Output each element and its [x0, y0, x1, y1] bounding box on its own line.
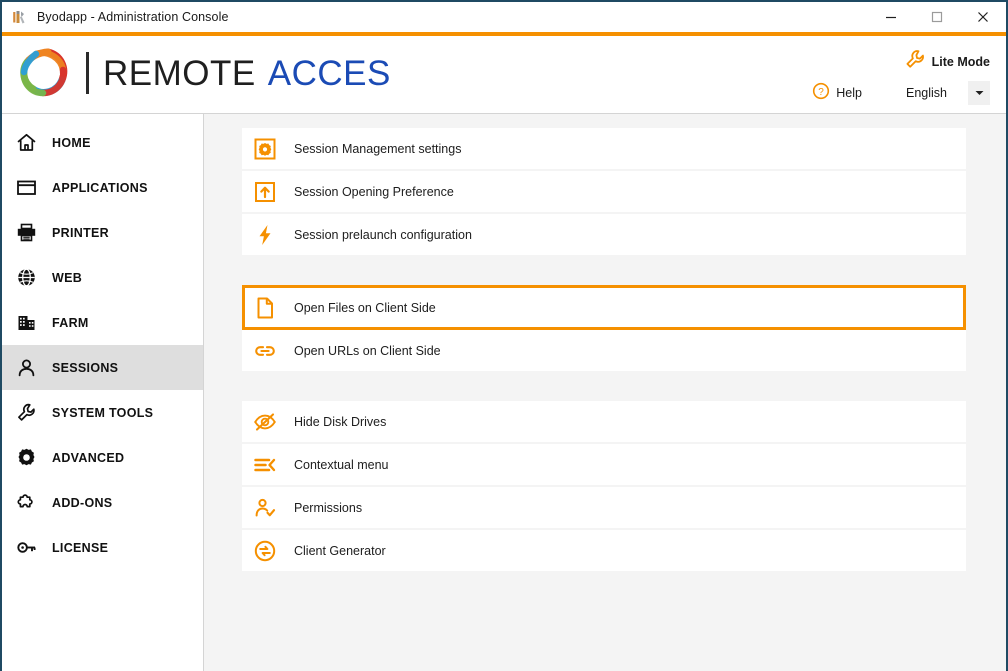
sidebar-item-system-tools[interactable]: SYSTEM TOOLS	[2, 390, 203, 435]
logo-word-remote: REMOTE	[103, 53, 256, 93]
sidebar-item-printer[interactable]: PRINTER	[2, 210, 203, 255]
card-session-prelaunch-configuration[interactable]: Session prelaunch configuration	[242, 214, 966, 255]
window-icon	[14, 176, 38, 200]
file-icon	[252, 295, 278, 321]
logo-divider	[86, 52, 89, 94]
card-hide-disk-drives[interactable]: Hide Disk Drives	[242, 401, 966, 442]
card-permissions[interactable]: Permissions	[242, 487, 966, 528]
question-circle-icon: ?	[812, 82, 830, 105]
card-client-generator[interactable]: Client Generator	[242, 530, 966, 571]
lite-mode-label: Lite Mode	[931, 54, 990, 69]
card-label: Open Files on Client Side	[294, 300, 436, 315]
tools-icon	[10, 8, 28, 26]
card-session-management-settings[interactable]: Session Management settings	[242, 128, 966, 169]
card-label: Session prelaunch configuration	[294, 227, 472, 242]
card-label: Open URLs on Client Side	[294, 343, 441, 358]
card-group: Session Management settings Session Open…	[204, 128, 1006, 255]
card-contextual-menu[interactable]: Contextual menu	[242, 444, 966, 485]
logo-wordmark: REMOTE ACCES	[103, 56, 391, 91]
upload-box-icon	[252, 179, 278, 205]
language-value: English	[906, 86, 947, 100]
sidebar-item-label: APPLICATIONS	[52, 180, 148, 195]
sidebar-item-label: SYSTEM TOOLS	[52, 405, 154, 420]
eye-off-icon	[252, 409, 278, 435]
sidebar-item-add-ons[interactable]: ADD-ONS	[2, 480, 203, 525]
card-group: Open Files on Client Side Open URLs on C…	[204, 285, 1006, 371]
sidebar-item-label: ADVANCED	[52, 450, 125, 465]
sidebar-item-label: PRINTER	[52, 225, 109, 240]
client-generator-icon	[252, 538, 278, 564]
minimize-button[interactable]	[868, 2, 914, 32]
content-panel: Session Management settings Session Open…	[204, 114, 1006, 671]
gear-box-icon	[252, 136, 278, 162]
window-title: Byodapp - Administration Console	[37, 10, 229, 24]
group-separator	[204, 373, 1006, 401]
wrench-icon	[14, 401, 38, 425]
help-label: Help	[836, 86, 862, 100]
sidebar-item-web[interactable]: WEB	[2, 255, 203, 300]
sidebar-item-label: HOME	[52, 135, 91, 150]
sidebar-item-home[interactable]: HOME	[2, 120, 203, 165]
key-icon	[14, 536, 38, 560]
close-button[interactable]	[960, 2, 1006, 32]
user-icon	[14, 356, 38, 380]
puzzle-icon	[14, 491, 38, 515]
sidebar-item-label: LICENSE	[52, 540, 109, 555]
chevron-down-icon[interactable]	[968, 81, 990, 105]
application-window: Byodapp - Administration Console REMOTE …	[0, 0, 1008, 671]
card-open-urls-on-client-side[interactable]: Open URLs on Client Side	[242, 330, 966, 371]
bolt-icon	[252, 222, 278, 248]
card-label: Session Opening Preference	[294, 184, 454, 199]
card-label: Permissions	[294, 500, 363, 515]
card-label: Client Generator	[294, 543, 386, 558]
sidebar-item-label: WEB	[52, 270, 83, 285]
menu-collapse-icon	[252, 452, 278, 478]
main-body: HOME APPLICATIONS PRINTER WEB FARM SESSI…	[2, 114, 1006, 671]
brand-logo: REMOTE ACCES	[14, 42, 391, 104]
card-group: Hide Disk Drives Contextual menu Permiss…	[204, 401, 1006, 571]
card-session-opening-preference[interactable]: Session Opening Preference	[242, 171, 966, 212]
sidebar-nav: HOME APPLICATIONS PRINTER WEB FARM SESSI…	[2, 114, 204, 671]
sidebar-item-license[interactable]: LICENSE	[2, 525, 203, 570]
globe-icon	[14, 266, 38, 290]
sidebar-item-label: FARM	[52, 315, 89, 330]
card-label: Session Management settings	[294, 141, 462, 156]
sidebar-item-label: SESSIONS	[52, 360, 119, 375]
card-label: Hide Disk Drives	[294, 414, 387, 429]
gear-icon	[14, 446, 38, 470]
help-button[interactable]: ? Help	[812, 82, 862, 105]
wrench-icon	[904, 48, 926, 75]
home-icon	[14, 131, 38, 155]
user-check-icon	[252, 495, 278, 521]
sidebar-item-sessions[interactable]: SESSIONS	[2, 345, 203, 390]
app-header: REMOTE ACCES Lite Mode ? Help English	[2, 36, 1006, 114]
svg-text:?: ?	[819, 87, 825, 98]
maximize-button[interactable]	[914, 2, 960, 32]
card-open-files-on-client-side[interactable]: Open Files on Client Side	[242, 285, 966, 330]
sidebar-item-advanced[interactable]: ADVANCED	[2, 435, 203, 480]
header-actions: ? Help English	[812, 81, 990, 105]
sidebar-item-applications[interactable]: APPLICATIONS	[2, 165, 203, 210]
swirl-logo-icon	[14, 42, 76, 104]
card-label: Contextual menu	[294, 457, 389, 472]
logo-word-acces: ACCES	[267, 53, 391, 93]
title-bar: Byodapp - Administration Console	[2, 2, 1006, 32]
group-separator	[204, 257, 1006, 285]
link-icon	[252, 338, 278, 364]
language-select[interactable]: English	[906, 81, 990, 105]
sidebar-item-label: ADD-ONS	[52, 495, 113, 510]
lite-mode-button[interactable]: Lite Mode	[904, 48, 990, 75]
sidebar-item-farm[interactable]: FARM	[2, 300, 203, 345]
printer-icon	[14, 221, 38, 245]
building-icon	[14, 311, 38, 335]
window-controls	[868, 2, 1006, 32]
